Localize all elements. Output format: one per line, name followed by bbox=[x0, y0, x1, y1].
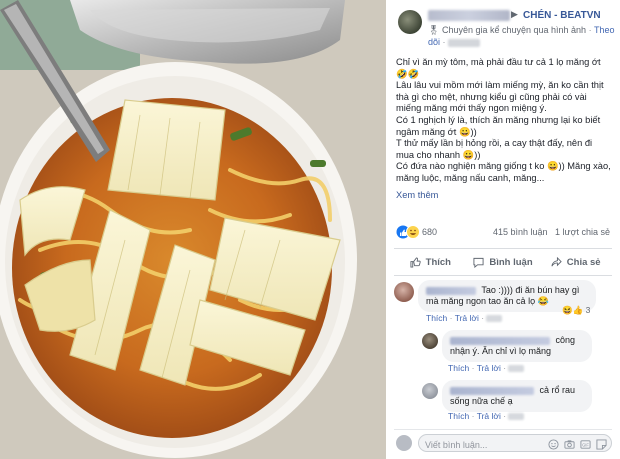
thumbs-up-icon bbox=[410, 256, 421, 268]
comment-icon bbox=[473, 257, 484, 268]
see-more-link[interactable]: Xem thêm bbox=[396, 190, 438, 200]
like-button[interactable]: Thích bbox=[394, 249, 467, 275]
comment-time-blurred[interactable] bbox=[486, 315, 503, 323]
comment-composer: GIF bbox=[394, 429, 612, 455]
reaction-icons[interactable] bbox=[396, 225, 420, 239]
post-date-blurred[interactable] bbox=[448, 38, 481, 47]
comment-label: Bình luận bbox=[489, 256, 533, 268]
comment-item: Tao :)))) đi ăn bún hay gì mà măng ngon … bbox=[394, 280, 612, 328]
comment-reactions[interactable]: 😆👍 3 bbox=[562, 305, 590, 316]
badge-icon: 🎖 bbox=[428, 25, 440, 35]
share-count[interactable]: 1 lượt chia sẻ bbox=[555, 227, 610, 237]
comment-reaction-count: 3 bbox=[585, 305, 591, 315]
current-user-avatar bbox=[396, 435, 412, 451]
comment-like-link[interactable]: Thích bbox=[448, 363, 469, 373]
like-react-icon: 👍 bbox=[572, 305, 584, 315]
post-header: ▶ CHÉN - BEATVN 🎖 Chuyên gia kể chuyện q… bbox=[394, 6, 616, 48]
noodle-bowl-image bbox=[0, 0, 386, 459]
post-panel: ▶ CHÉN - BEATVN 🎖 Chuyên gia kể chuyện q… bbox=[386, 0, 620, 459]
share-button[interactable]: Chia sẻ bbox=[539, 249, 612, 275]
camera-icon[interactable] bbox=[564, 437, 575, 449]
sticker-icon[interactable] bbox=[596, 437, 607, 450]
comment-avatar[interactable] bbox=[422, 333, 438, 349]
comment-like-link[interactable]: Thích bbox=[426, 313, 447, 323]
comment-reply-item: công nhận ý. Ăn chỉ vì lọ măng Thích · T… bbox=[422, 330, 612, 374]
author-name-blurred[interactable] bbox=[428, 10, 510, 21]
comment-count[interactable]: 415 bình luận bbox=[493, 227, 548, 237]
comment-reply-link[interactable]: Trả lời bbox=[455, 313, 479, 323]
commenter-name-blurred[interactable] bbox=[450, 386, 534, 395]
comment-time-blurred[interactable] bbox=[508, 365, 525, 373]
comment-like-link[interactable]: Thích bbox=[448, 411, 469, 421]
like-label: Thích bbox=[425, 256, 451, 268]
comment-button[interactable]: Bình luận bbox=[467, 249, 540, 275]
author-subline: 🎖 Chuyên gia kể chuyện qua hình ảnh · Th… bbox=[428, 25, 615, 47]
comment-actions: Thích · Trả lời · bbox=[448, 363, 525, 373]
svg-text:GIF: GIF bbox=[582, 442, 589, 447]
comment-reply-link[interactable]: Trả lời bbox=[477, 363, 501, 373]
comment-avatar[interactable] bbox=[394, 282, 414, 302]
comment-reply-link[interactable]: Trả lời bbox=[477, 411, 501, 421]
laugh-react-icon: 😆 bbox=[562, 305, 573, 315]
gif-icon[interactable]: GIF bbox=[580, 437, 591, 449]
comment-reply-item: cả rổ rau sống nữa chế ạ Thích · Trả lời… bbox=[422, 380, 612, 424]
comment-time-blurred[interactable] bbox=[508, 413, 525, 421]
post-text: Chỉ vì ăn mỳ tôm, mà phải đầu tư cả 1 lọ… bbox=[396, 57, 611, 183]
comment-avatar[interactable] bbox=[422, 383, 438, 399]
comment-input[interactable] bbox=[419, 437, 529, 453]
post-actions: Thích Bình luận Chia sẻ bbox=[394, 248, 612, 276]
author-avatar[interactable] bbox=[398, 10, 422, 34]
comment-share-counts: 415 bình luận 1 lượt chia sẻ bbox=[493, 227, 610, 237]
comment-actions: Thích · Trả lời · bbox=[426, 313, 503, 323]
page-name[interactable]: CHÉN - BEATVN bbox=[523, 10, 601, 21]
commenter-name-blurred[interactable] bbox=[450, 336, 550, 345]
commenter-name-blurred[interactable] bbox=[426, 286, 476, 295]
comment-bubble: cả rổ rau sống nữa chế ạ bbox=[442, 380, 592, 412]
comment-bubble: công nhận ý. Ăn chỉ vì lọ măng bbox=[442, 330, 592, 362]
share-icon bbox=[551, 256, 562, 266]
post-photo[interactable] bbox=[0, 0, 386, 459]
comment-input-box[interactable]: GIF bbox=[418, 434, 612, 453]
composer-tools: GIF bbox=[548, 437, 607, 450]
post-stats: 680 415 bình luận 1 lượt chia sẻ bbox=[396, 225, 610, 241]
emoji-icon[interactable] bbox=[548, 437, 559, 450]
comment-actions: Thích · Trả lời · bbox=[448, 411, 525, 421]
arrow-right-icon: ▶ bbox=[511, 9, 518, 19]
reaction-count[interactable]: 680 bbox=[422, 227, 437, 237]
share-label: Chia sẻ bbox=[566, 256, 601, 268]
expert-badge-label: Chuyên gia kể chuyện qua hình ảnh bbox=[441, 25, 587, 35]
